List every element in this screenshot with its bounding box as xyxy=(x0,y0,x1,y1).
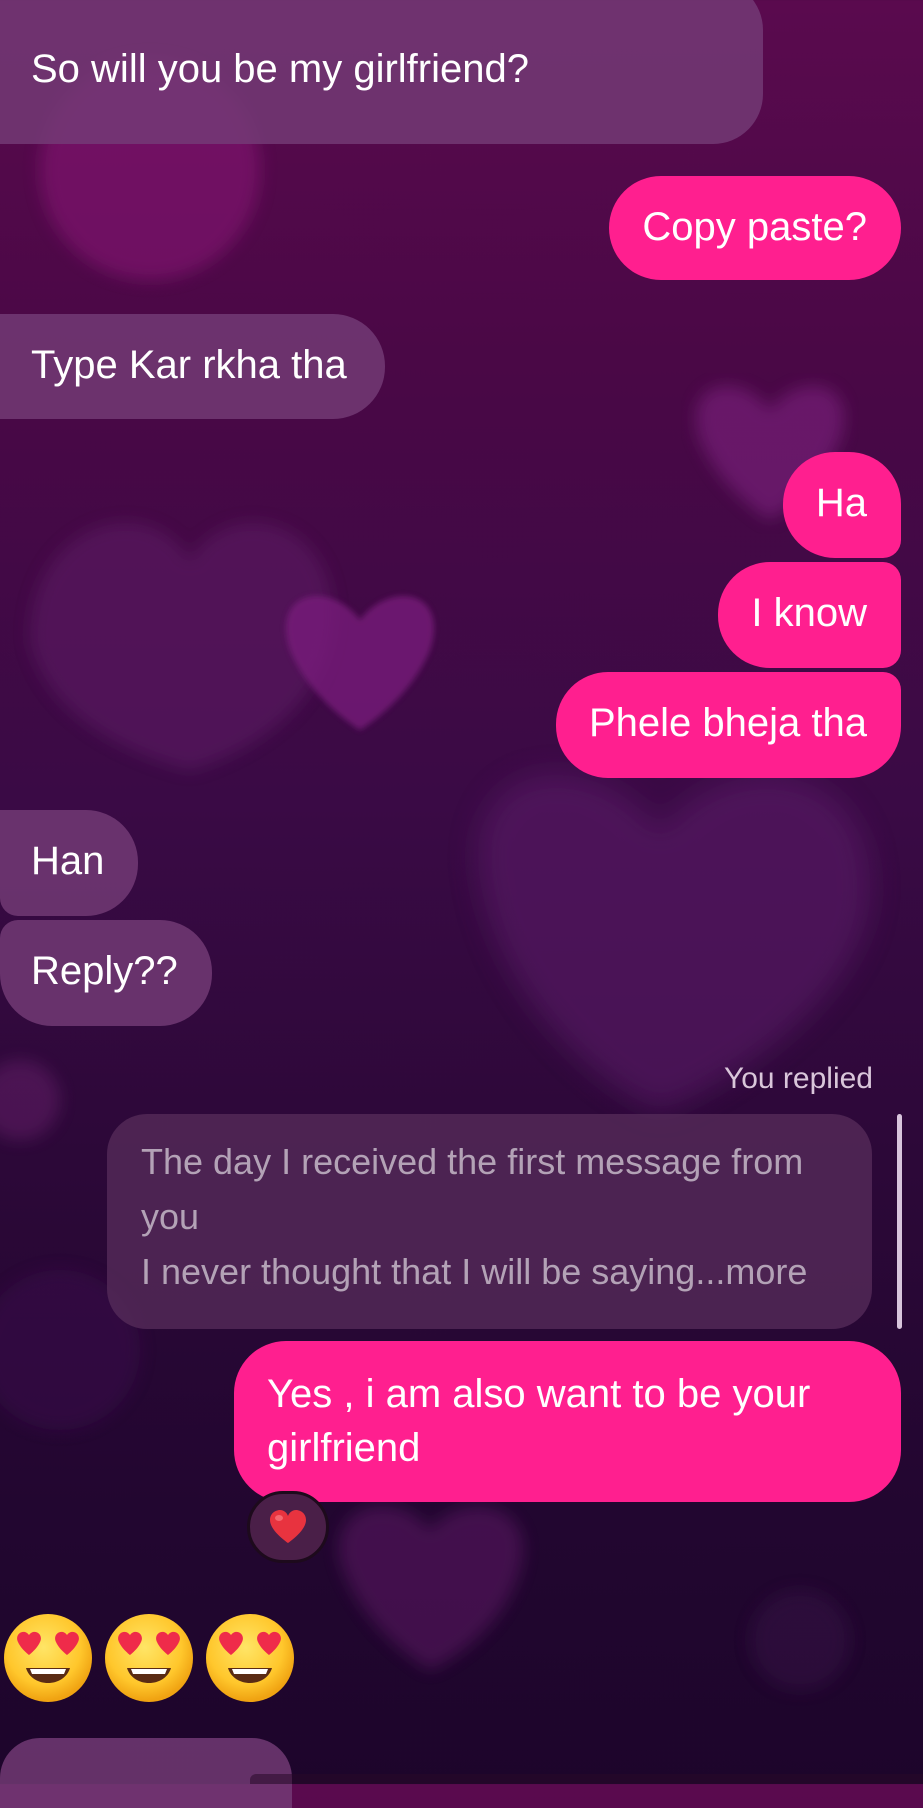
message-text: Type Kar rkha tha xyxy=(31,343,347,387)
emoji-message[interactable] xyxy=(2,1612,296,1708)
received-message-bubble[interactable]: Reply?? xyxy=(0,920,212,1026)
received-message-bubble[interactable]: Han xyxy=(0,810,139,916)
received-message-bubble[interactable]: Type Kar rkha tha xyxy=(0,314,385,419)
chat-thread: So will you be my girlfriend? Copy paste… xyxy=(0,0,923,1808)
message-text: Copy paste? xyxy=(642,205,867,249)
quoted-text-line: you xyxy=(141,1196,200,1237)
sent-message-bubble[interactable]: Yes , i am also want to be your girlfrie… xyxy=(234,1341,901,1502)
quote-indicator-bar xyxy=(897,1114,902,1329)
message-composer-edge xyxy=(250,1774,923,1784)
heart-eyes-emoji-icon xyxy=(105,1614,193,1702)
message-text: Han xyxy=(31,839,105,883)
received-message-bubble[interactable] xyxy=(0,1738,292,1808)
red-heart-icon xyxy=(270,1510,306,1543)
reaction-badge[interactable] xyxy=(247,1491,329,1563)
message-text: I know xyxy=(751,591,867,635)
message-text-line: Yes , i am also want to be your xyxy=(267,1372,811,1416)
sent-message-bubble[interactable]: I know xyxy=(718,562,901,668)
message-text: Ha xyxy=(815,481,867,525)
quoted-text-line: I never thought that I will be saying...… xyxy=(141,1251,808,1292)
heart-eyes-emoji-icon xyxy=(4,1614,92,1702)
sent-message-bubble[interactable]: Copy paste? xyxy=(609,176,901,280)
quoted-message[interactable]: The day I received the first message fro… xyxy=(107,1114,872,1329)
message-text: Reply?? xyxy=(31,949,178,993)
message-text: Phele bheja tha xyxy=(588,701,867,745)
received-message-bubble[interactable]: So will you be my girlfriend? xyxy=(0,0,763,144)
quoted-text-line: The day I received the first message fro… xyxy=(141,1141,804,1182)
sent-message-bubble[interactable]: Ha xyxy=(782,452,901,558)
sent-message-bubble[interactable]: Phele bheja tha xyxy=(555,672,901,778)
reply-label: You replied xyxy=(723,1062,873,1095)
message-text: So will you be my girlfriend? xyxy=(31,47,529,91)
heart-eyes-emoji-icon xyxy=(206,1614,294,1702)
message-text-line: girlfriend xyxy=(267,1426,421,1470)
